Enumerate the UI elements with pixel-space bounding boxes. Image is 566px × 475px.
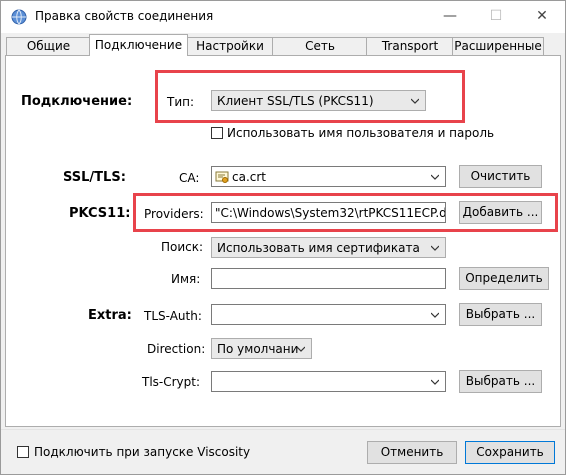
tls-auth-browse-button[interactable]: Выбрать ... [459,303,542,326]
autostart-checkbox[interactable] [17,446,29,458]
connection-section-label: Подключение: [21,94,133,109]
ca-file-value: ca.crt [232,170,267,184]
use-credentials-checkbox[interactable] [211,127,223,139]
pkcs11-section-label: PKCS11: [69,206,131,221]
autostart-label: Подключить при запуске Viscosity [34,445,251,459]
certificate-icon [215,171,229,183]
chevron-down-icon [431,174,439,180]
close-button[interactable]: ✕ [519,1,565,33]
tab-general[interactable]: Общие [6,37,91,55]
providers-highlight-box [133,193,558,232]
detect-button[interactable]: Определить [459,267,549,290]
tls-auth-field[interactable] [211,304,446,325]
use-credentials-label: Использовать имя пользователя и пароль [227,126,495,140]
cancel-button[interactable]: Отменить [367,441,457,464]
app-globe-icon [11,9,27,25]
connection-properties-window: Правка свойств соединения — ☐ ✕ Общие По… [0,0,566,475]
direction-select[interactable]: По умолчани [211,338,312,359]
type-highlight-box [155,70,465,123]
name-label: Имя: [171,272,201,286]
direction-label: Direction: [147,342,206,356]
tls-crypt-browse-button[interactable]: Выбрать ... [459,370,542,393]
connection-tab-panel: Подключение: Тип: Клиент SSL/TLS (PKCS11… [5,55,561,427]
direction-value: По умолчани [217,342,299,356]
tab-network[interactable]: Сеть [272,37,368,55]
extra-section-label: Extra: [88,308,132,323]
chevron-down-icon [297,346,305,352]
search-label: Поиск: [161,240,204,254]
certificate-name-field[interactable] [211,268,446,289]
save-button[interactable]: Сохранить [465,441,555,464]
chevron-down-icon [431,312,439,318]
tls-auth-label: TLS-Auth: [144,309,202,323]
chevron-down-icon [431,245,439,251]
clear-ca-button[interactable]: Очистить [459,165,542,188]
footer-divider [1,429,565,430]
ssl-section-label: SSL/TLS: [63,170,126,185]
minimize-button[interactable]: — [427,1,473,33]
tab-strip: Общие Подключение Настройки Сеть Transpo… [1,34,565,56]
tls-crypt-label: Tls-Crypt: [142,375,201,389]
search-mode-value: Использовать имя сертификата [217,241,420,255]
tab-advanced[interactable]: Расширенные [452,37,544,55]
search-mode-select[interactable]: Использовать имя сертификата [211,237,446,258]
tab-transport[interactable]: Transport [366,37,454,55]
tls-crypt-field[interactable] [211,371,446,392]
chevron-down-icon [431,379,439,385]
tab-settings[interactable]: Настройки [186,37,274,55]
maximize-button[interactable]: ☐ [473,1,519,33]
tab-connection[interactable]: Подключение [89,34,188,56]
ca-file-field[interactable]: ca.crt [211,166,446,187]
ca-label: CA: [179,171,200,185]
window-title: Правка свойств соединения [35,9,214,23]
title-bar: Правка свойств соединения — ☐ ✕ [1,1,565,33]
